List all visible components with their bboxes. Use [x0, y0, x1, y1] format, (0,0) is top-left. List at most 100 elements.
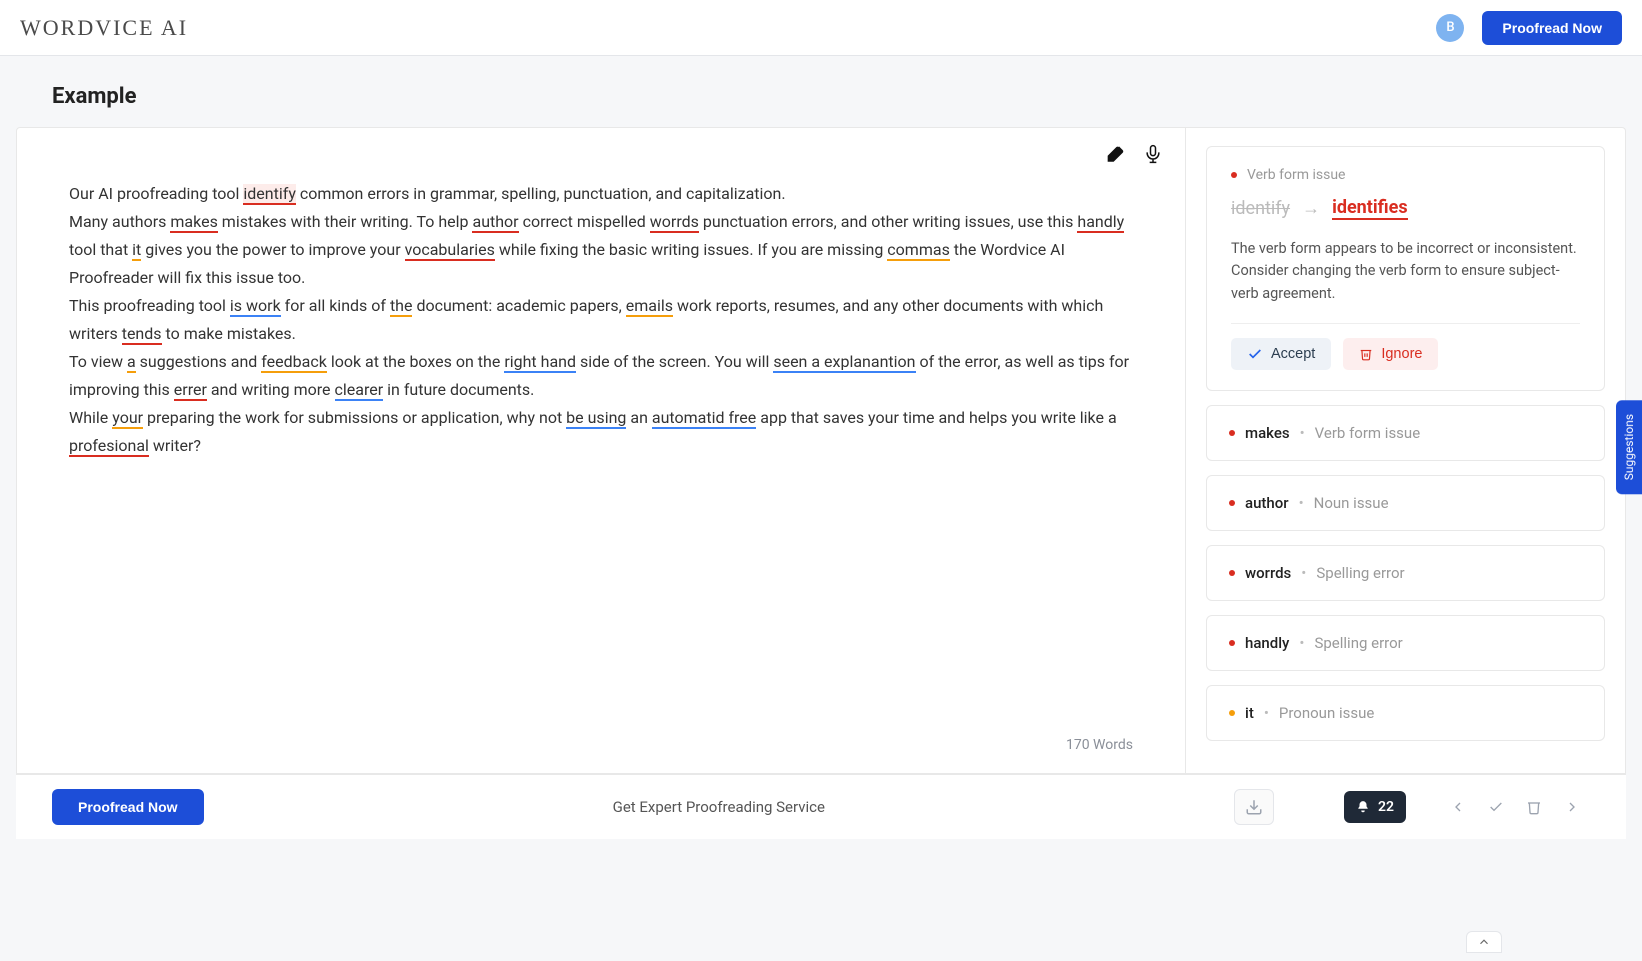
dot-severity-icon: [1229, 570, 1235, 576]
dot-severity-icon: [1229, 430, 1235, 436]
issue-type-label: Verb form issue: [1247, 167, 1345, 183]
flagged-word[interactable]: it: [132, 240, 141, 261]
footer-proofread-button[interactable]: Proofread Now: [52, 789, 204, 825]
suggestion-change: identify → identifies: [1231, 197, 1580, 220]
suggestions-side-tab[interactable]: Suggestions: [1616, 400, 1642, 494]
suggestions-footer: 22: [1334, 791, 1590, 823]
text-segment: app that saves your time and helps you w…: [756, 408, 1116, 427]
suggestion-type: Noun issue: [1314, 494, 1389, 512]
flagged-word[interactable]: feedback: [261, 352, 327, 373]
text-segment: gives you the power to improve your: [141, 240, 404, 259]
suggestion-word: handly: [1245, 634, 1289, 652]
next-suggestion-button[interactable]: [1564, 799, 1580, 815]
suggestion-card-collapsed[interactable]: makes • Verb form issue: [1206, 405, 1605, 461]
notification-count: 22: [1378, 799, 1394, 815]
page-title-area: Example: [0, 56, 1642, 127]
suggestion-type: Spelling error: [1316, 564, 1404, 582]
text-segment: an: [626, 408, 651, 427]
chevron-right-icon: [1564, 799, 1580, 815]
header-right: B Proofread Now: [1436, 11, 1622, 45]
ignore-button[interactable]: Ignore: [1343, 338, 1438, 370]
word-count: 170 Words: [17, 727, 1185, 773]
suggestion-card-collapsed[interactable]: handly • Spelling error: [1206, 615, 1605, 671]
flagged-word[interactable]: vocabularies: [405, 240, 495, 261]
ignore-label: Ignore: [1381, 346, 1422, 362]
dot-severity-icon: [1229, 500, 1235, 506]
download-icon: [1245, 798, 1263, 816]
check-icon: [1488, 799, 1504, 815]
trash-icon: [1359, 347, 1373, 361]
separator: •: [1300, 424, 1305, 442]
suggestion-word: makes: [1245, 424, 1290, 442]
text-segment: look at the boxes on the: [327, 352, 504, 371]
flagged-word[interactable]: right hand: [504, 352, 576, 373]
flagged-word[interactable]: emails: [626, 296, 673, 317]
dot-severity-icon: [1229, 640, 1235, 646]
text-segment: in future documents.: [383, 380, 534, 399]
flagged-word[interactable]: commas: [887, 240, 950, 261]
flagged-word[interactable]: tends: [122, 324, 162, 345]
flagged-word[interactable]: handly: [1077, 212, 1124, 233]
flagged-word[interactable]: a: [127, 352, 136, 373]
suggestion-type: Spelling error: [1314, 634, 1402, 652]
main-layout: Our AI proofreading tool identify common…: [0, 127, 1642, 774]
flagged-word[interactable]: profesional: [69, 436, 149, 457]
flagged-word[interactable]: is work: [230, 296, 281, 317]
editor-toolbar: [17, 128, 1185, 166]
text-segment: to make mistakes.: [162, 324, 296, 343]
logo[interactable]: WORDVICE AI: [20, 15, 188, 41]
expert-service-link[interactable]: Get Expert Proofreading Service: [204, 798, 1234, 816]
flagged-word[interactable]: automatid free: [652, 408, 756, 429]
text-segment: tool that: [69, 240, 132, 259]
flagged-word[interactable]: the: [390, 296, 413, 317]
text-segment: Many authors: [69, 212, 170, 231]
flagged-word[interactable]: identify: [243, 184, 296, 205]
flagged-word[interactable]: clearer: [335, 380, 384, 401]
editor-content[interactable]: Our AI proofreading tool identify common…: [17, 166, 1185, 727]
suggestion-card-expanded[interactable]: Verb form issue identify → identifies Th…: [1206, 146, 1605, 391]
text-segment: Our AI proofreading tool: [69, 184, 243, 203]
suggestion-issue-row: Verb form issue: [1231, 167, 1580, 183]
flagged-word[interactable]: makes: [170, 212, 217, 233]
flagged-word[interactable]: seen a explanantion: [773, 352, 915, 373]
flagged-word[interactable]: worrds: [650, 212, 699, 233]
separator: •: [1299, 634, 1304, 652]
microphone-icon[interactable]: [1141, 142, 1165, 166]
check-icon: [1247, 346, 1263, 362]
arrow-right-icon: →: [1302, 198, 1320, 219]
separator: •: [1299, 494, 1304, 512]
accept-all-button[interactable]: [1488, 799, 1504, 815]
page-title: Example: [52, 84, 1590, 109]
original-word: identify: [1231, 198, 1290, 219]
suggestion-card-collapsed[interactable]: it • Pronoun issue: [1206, 685, 1605, 741]
replacement-word: identifies: [1332, 197, 1408, 220]
flagged-word[interactable]: be using: [566, 408, 626, 429]
download-button[interactable]: [1234, 789, 1274, 825]
scroll-up-toggle[interactable]: [1466, 931, 1502, 953]
suggestion-card-collapsed[interactable]: worrds•Spelling error: [1206, 545, 1605, 601]
notification-badge[interactable]: 22: [1344, 791, 1406, 823]
flagged-word[interactable]: your: [112, 408, 143, 429]
flagged-word[interactable]: errer: [174, 380, 207, 401]
divider: [1231, 323, 1580, 324]
text-segment: writer?: [149, 436, 201, 455]
accept-button[interactable]: Accept: [1231, 338, 1331, 370]
separator: •: [1264, 704, 1269, 722]
suggestion-type: Verb form issue: [1315, 424, 1421, 442]
avatar[interactable]: B: [1436, 14, 1464, 42]
text-segment: This proofreading tool: [69, 296, 230, 315]
chevron-left-icon: [1450, 799, 1466, 815]
text-segment: punctuation errors, and other writing is…: [699, 212, 1078, 231]
text-segment: correct mispelled: [519, 212, 650, 231]
chevron-up-icon: [1477, 935, 1491, 949]
footer-bar: Proofread Now Get Expert Proofreading Se…: [16, 774, 1626, 839]
flagged-word[interactable]: author: [472, 212, 518, 233]
text-segment: document: academic papers,: [412, 296, 625, 315]
delete-all-button[interactable]: [1526, 799, 1542, 815]
prev-suggestion-button[interactable]: [1450, 799, 1466, 815]
header-proofread-button[interactable]: Proofread Now: [1482, 11, 1622, 45]
suggestion-type: Pronoun issue: [1279, 704, 1374, 722]
suggestion-card-collapsed[interactable]: author•Noun issue: [1206, 475, 1605, 531]
eraser-icon[interactable]: [1103, 142, 1127, 166]
suggestion-word: it: [1245, 704, 1254, 722]
